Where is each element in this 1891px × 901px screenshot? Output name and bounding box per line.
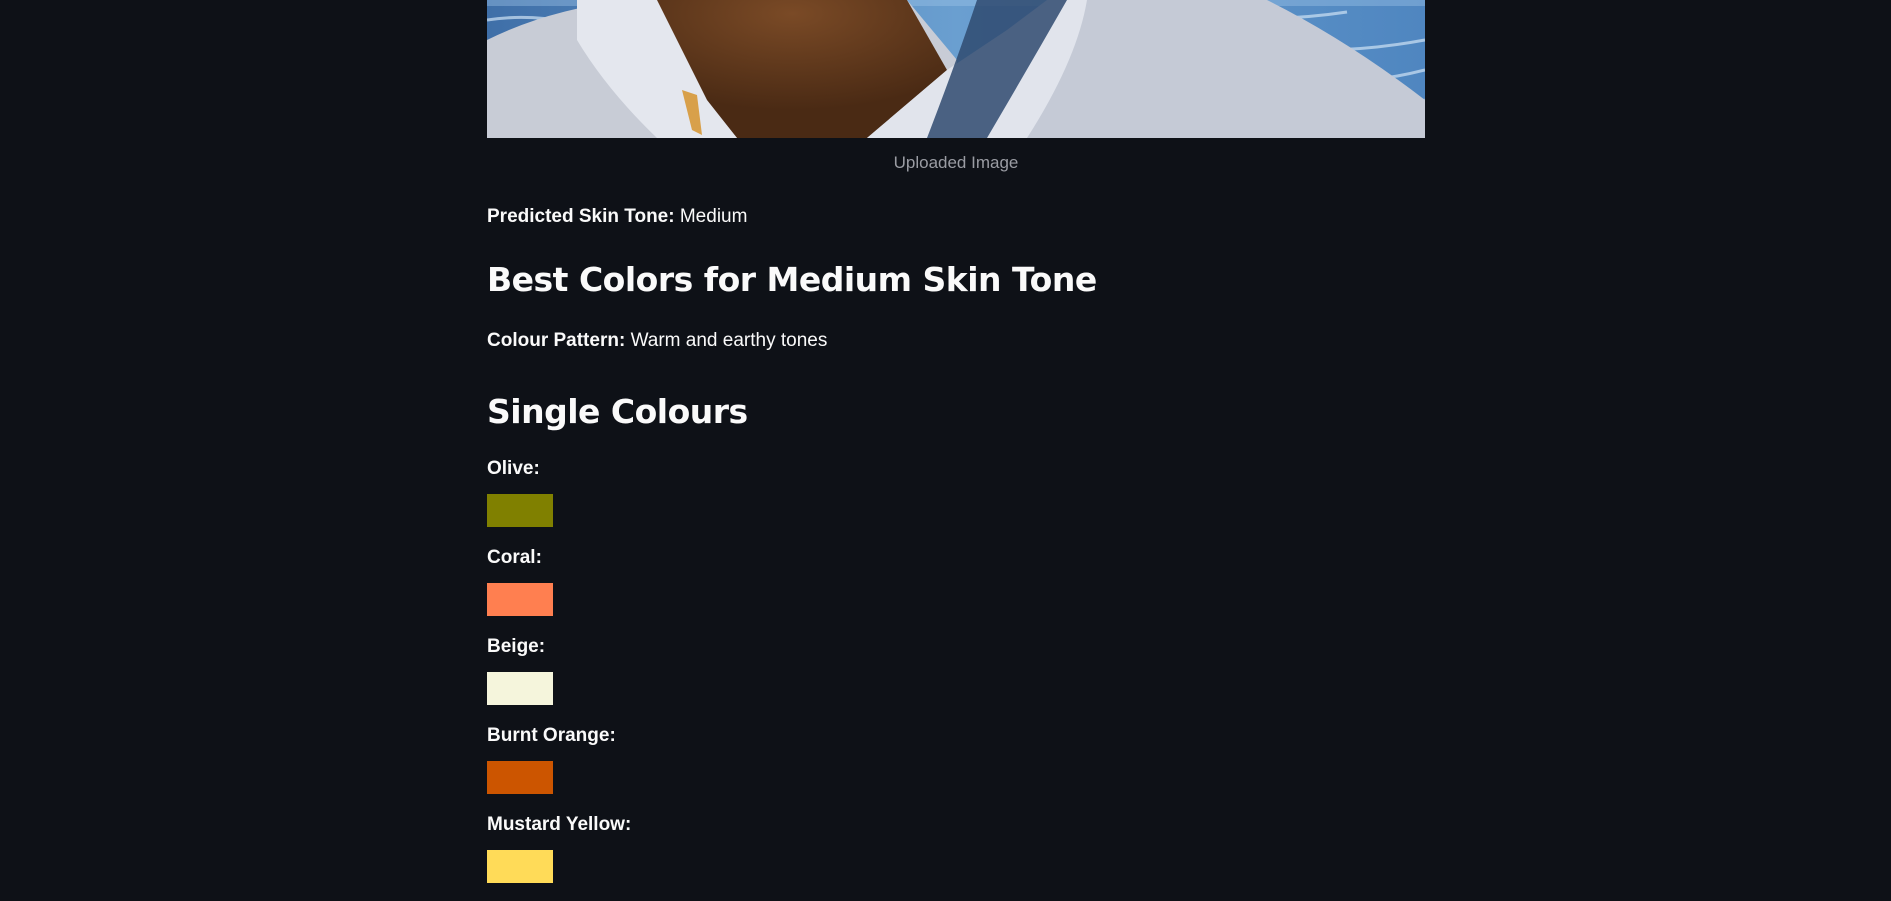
colour-label: Burnt Orange: [487,725,616,746]
colour-label: Olive: [487,458,540,479]
colour-pattern-value: Warm and earthy tones [630,330,828,351]
colour-swatch [487,672,553,705]
colour-item-coral: Coral: [487,545,1425,634]
main-content: Uploaded Image Predicted Skin Tone: Medi… [487,0,1425,901]
colour-swatch [487,761,553,794]
colour-label: Beige: [487,636,546,657]
colour-pattern-label: Colour Pattern: [487,330,626,351]
colour-label: Coral: [487,547,542,568]
uploaded-image [487,0,1425,138]
colour-swatch [487,583,553,616]
predicted-skin-tone: Predicted Skin Tone: Medium [487,204,1425,230]
best-colors-heading: Best Colors for Medium Skin Tone [487,260,1097,299]
single-colours-heading: Single Colours [487,392,748,431]
colour-label: Mustard Yellow: [487,814,632,835]
colour-swatch [487,850,553,883]
predicted-skin-tone-label: Predicted Skin Tone: [487,206,675,227]
colour-item-beige: Beige: [487,634,1425,723]
colour-item-mustard-yellow: Mustard Yellow: [487,812,1425,901]
colour-swatch [487,494,553,527]
image-caption: Uploaded Image [893,153,1019,172]
colour-item-olive: Olive: [487,456,1425,545]
colour-item-burnt-orange: Burnt Orange: [487,723,1425,812]
single-colours-list: Olive: Coral: Beige: Burnt Orange: Musta… [487,456,1425,901]
colour-pattern: Colour Pattern: Warm and earthy tones [487,328,1425,354]
predicted-skin-tone-value: Medium [679,206,748,227]
